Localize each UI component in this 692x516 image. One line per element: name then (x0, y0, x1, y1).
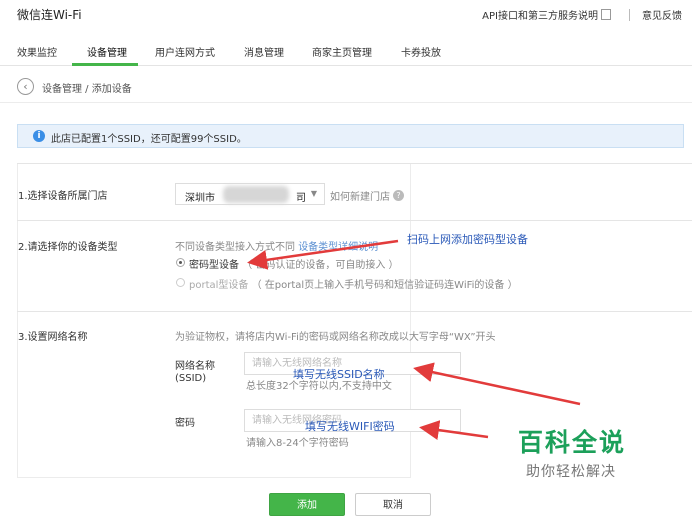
tab-coupon-delivery[interactable]: 卡券投放 (401, 44, 441, 59)
portal-device-text[interactable]: portal型设备 (189, 280, 248, 291)
ssid-label-line2: (SSID) (175, 373, 207, 384)
document-icon[interactable] (601, 9, 611, 20)
annotation-fill-ssid: 填写无线SSID名称 (293, 368, 385, 381)
tab-user-connection[interactable]: 用户连网方式 (155, 44, 215, 59)
cancel-button[interactable]: 取消 (355, 493, 431, 516)
password-device-hint: （ 密码认证的设备，可自助接入 ） (242, 260, 399, 271)
active-tab-indicator (72, 63, 138, 66)
feedback-link[interactable]: 意见反馈 (642, 7, 682, 22)
breadcrumb-row: ‹ 设备管理 / 添加设备 (0, 70, 692, 103)
help-icon[interactable]: ? (393, 190, 404, 201)
create-store-help[interactable]: 如何新建门店 ? (330, 188, 404, 203)
info-notice-text: 此店已配置1个SSID，还可配置99个SSID。 (51, 134, 247, 145)
tab-message-management[interactable]: 消息管理 (244, 44, 284, 59)
watermark-logo: 百科全说 助你轻松解决 (494, 415, 664, 490)
watermark-main: 百科全说 (518, 428, 627, 457)
radio-portal-device[interactable] (176, 278, 185, 287)
info-icon: i (33, 130, 45, 142)
divider (629, 8, 630, 21)
app-title: 微信连Wi-Fi (17, 8, 82, 22)
top-bar: 微信连Wi-Fi API接口和第三方服务说明 意见反馈 (0, 0, 692, 28)
portal-device-label[interactable]: portal型设备 （ 在portal页上输入手机号码和短信验证码连WiFi的设… (189, 276, 518, 291)
store-name-suffix: 司 (296, 193, 306, 204)
step2-label: 2.请选择你的设备类型 (18, 242, 118, 253)
annotation-fill-wifi-password: 填写无线WIFI密码 (305, 420, 395, 433)
step3-label: 3.设置网络名称 (18, 332, 88, 343)
store-name-prefix: 深圳市 (185, 193, 215, 204)
ssid-label-line1: 网络名称 (175, 361, 215, 372)
back-arrow-icon[interactable]: ‹ (17, 78, 34, 95)
password-device-text[interactable]: 密码型设备 (189, 260, 239, 271)
watermark-sub: 助你轻松解决 (526, 464, 616, 480)
radio-password-device[interactable] (176, 258, 185, 267)
tab-device-management[interactable]: 设备管理 (87, 44, 127, 59)
password-device-label[interactable]: 密码型设备 （ 密码认证的设备，可自助接入 ） (189, 256, 399, 271)
annotation-scan-add: 扫码上网添加密码型设备 (407, 233, 528, 246)
chevron-down-icon: ▼ (310, 189, 317, 198)
tab-merchant-homepage[interactable]: 商家主页管理 (312, 44, 372, 59)
password-label: 密码 (175, 418, 195, 429)
nav-tabs: 效果监控 设备管理 用户连网方式 消息管理 商家主页管理 卡券投放 (0, 36, 692, 66)
create-store-link[interactable]: 如何新建门店 (330, 188, 390, 203)
section-divider (17, 163, 692, 164)
add-button[interactable]: 添加 (269, 493, 345, 516)
section-divider (17, 220, 692, 221)
top-links: API接口和第三方服务说明 意见反馈 (482, 7, 682, 22)
info-notice: i 此店已配置1个SSID，还可配置99个SSID。 (17, 124, 684, 148)
redacted-store-name (223, 186, 289, 203)
device-type-detail-link[interactable]: 设备类型详细说明 (298, 242, 378, 253)
network-name-desc: 为验证物权，请将店内Wi-Fi的密码或网络名称改成以大写字母“WX”开头 (175, 332, 496, 343)
store-select[interactable]: 深圳市 司 ▼ (175, 183, 325, 205)
api-doc-link[interactable]: API接口和第三方服务说明 (482, 7, 598, 22)
device-type-desc-text: 不同设备类型接入方式不同 (175, 242, 295, 253)
step1-label: 1.选择设备所属门店 (18, 191, 108, 202)
portal-device-hint: （ 在portal页上输入手机号码和短信验证码连WiFi的设备 ） (251, 280, 518, 291)
password-hint: 请输入8-24个字符密码 (246, 438, 349, 449)
device-type-desc: 不同设备类型接入方式不同 设备类型详细说明 (175, 238, 378, 253)
tab-effect-monitor[interactable]: 效果监控 (17, 44, 57, 59)
section-divider (17, 311, 692, 312)
breadcrumb: 设备管理 / 添加设备 (42, 84, 132, 95)
